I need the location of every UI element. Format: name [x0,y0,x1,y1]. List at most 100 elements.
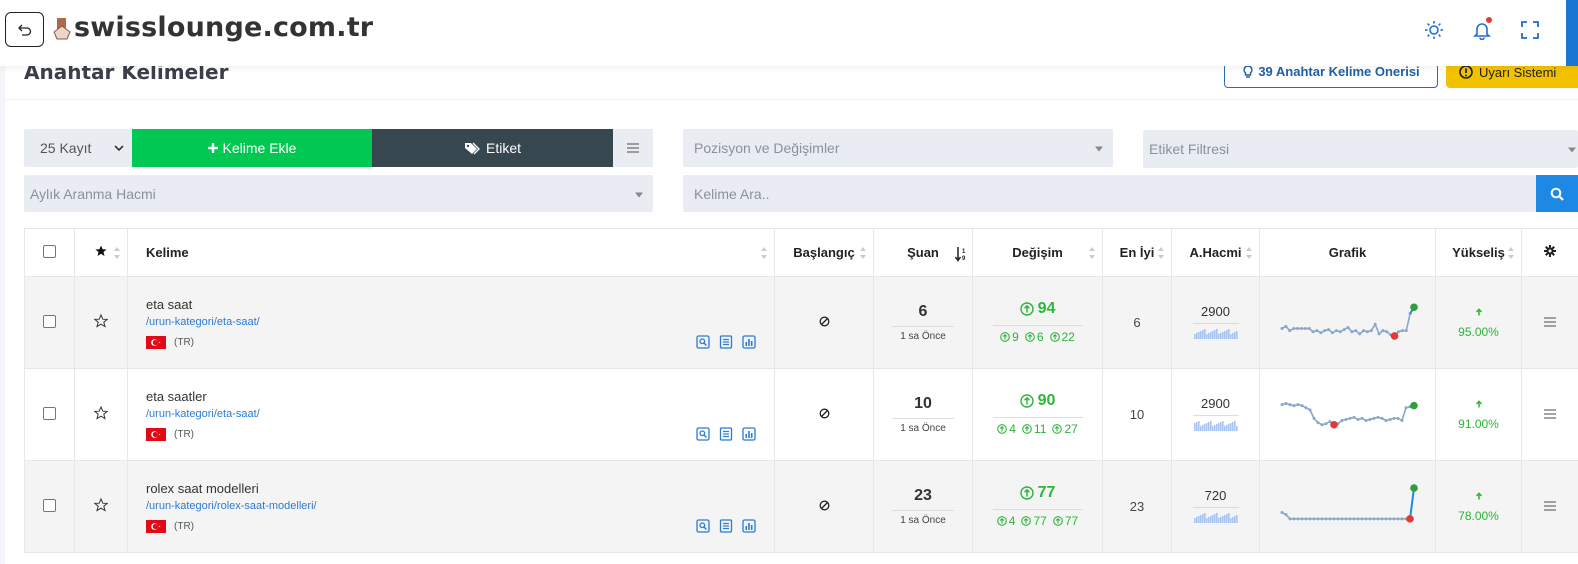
position-filter-select[interactable]: Pozisyon ve Değişimler [683,129,1113,167]
notification-dot [1486,17,1492,23]
back-button[interactable] [5,12,44,47]
graph-cell[interactable] [1259,276,1436,369]
volume-bar [1221,331,1224,339]
search-volume: 2900 [1201,395,1230,411]
settings-column-header[interactable] [1521,228,1578,277]
bar-chart-page-icon[interactable] [742,519,756,533]
volume-bar [1223,330,1226,339]
sparkline-point [1338,330,1342,334]
row-menu-icon[interactable] [1544,409,1556,419]
favorite-header[interactable] [74,228,128,277]
record-count-select[interactable]: 25 Kayıt [24,129,132,167]
bar-chart-page-icon[interactable] [742,427,756,441]
divider [892,510,954,511]
current-position-cell: 23 1 sa Önce [873,460,973,553]
change-total-value: 90 [1037,392,1056,409]
search-page-icon[interactable] [696,427,710,441]
start-column-header[interactable]: Başlangıç [774,228,874,277]
best-column-header[interactable]: En İyi [1102,228,1172,277]
graph-cell[interactable] [1259,368,1436,461]
notifications-button[interactable] [1471,17,1493,41]
keyword-url-link[interactable]: /urun-kategori/eta-saat/ [146,316,774,328]
row-checkbox[interactable] [43,406,56,420]
sparkline-point [1322,329,1326,333]
search-page-icon[interactable] [696,335,710,349]
change-period-2-value: 11 [1033,422,1047,436]
tag-filter-select[interactable]: Etiket Filtresi [1143,130,1578,168]
volume-bar [1193,422,1196,431]
rise-percent: 78.00% [1458,508,1499,523]
sparkline-point [1314,329,1318,333]
change-column-header[interactable]: Değişim [972,228,1103,277]
list-page-icon[interactable] [719,519,733,533]
sparkline-point [1384,419,1387,422]
bar-chart-page-icon[interactable] [742,335,756,349]
sparkline-point [1352,415,1355,419]
list-page-icon[interactable] [719,335,733,349]
keyword-search-input[interactable]: Kelime Ara.. [683,175,1536,212]
search-placeholder: Kelime Ara.. [694,185,770,202]
volume-bar [1193,333,1196,339]
tag-button[interactable]: Etiket [372,129,613,167]
sort-icon [1508,246,1514,259]
sparkline-point [1312,416,1315,420]
list-page-icon[interactable] [719,427,733,441]
keyword-url-link[interactable]: /urun-kategori/rolex-saat-modelleri/ [146,500,774,512]
ranking-sparkline[interactable] [1278,483,1418,527]
alert-label: Uyarı Sistemi [1479,64,1557,80]
last-check-time: 1 sa Önce [900,515,946,526]
change-periods: 4 77 77 [996,514,1078,528]
ranking-sparkline[interactable] [1278,299,1418,343]
sparkline-point [1348,517,1351,521]
volume-bar [1217,422,1220,431]
rise-column-header[interactable]: Yükseliş [1435,228,1522,277]
volume-bar [1201,513,1204,523]
sparkline-point [1340,517,1343,521]
sparkline-point [1404,406,1407,410]
arrow-up-circle-icon [997,424,1008,434]
search-button[interactable] [1536,175,1578,212]
keyword-column-header[interactable]: Kelime [127,228,775,277]
select-all-checkbox[interactable] [43,244,56,258]
sparkline-point [1326,328,1330,332]
add-keyword-button[interactable]: Kelime Ekle [132,129,372,167]
sparkline-point [1369,329,1373,333]
volume-bar [1199,330,1202,339]
fullscreen-button[interactable] [1519,19,1541,41]
volume-column-header[interactable]: A.Hacmi [1171,228,1260,277]
volume-bar [1225,329,1228,339]
start-column-label: Başlangıç [793,245,855,260]
select-all-header [24,228,75,277]
options-menu-button[interactable] [613,129,653,167]
graph-cell[interactable] [1259,460,1436,553]
change-cell: 94 9 6 22 [972,276,1103,369]
ranking-sparkline[interactable] [1278,391,1418,435]
change-period-3: 22 [1049,330,1075,344]
star-outline-icon[interactable] [93,405,109,420]
sparkline-point [1361,329,1365,333]
star-outline-icon[interactable] [93,497,109,512]
search-page-icon[interactable] [696,519,710,533]
keyword-geo: (TR) [146,427,774,441]
row-menu-icon[interactable] [1544,501,1556,511]
sparkline-point [1352,517,1355,521]
row-checkbox[interactable] [43,314,56,328]
sparkline-point [1340,419,1343,422]
row-checkbox[interactable] [43,498,56,512]
sparkline-point [1334,329,1338,333]
sparkline-point [1344,417,1347,421]
row-menu-icon[interactable] [1544,317,1556,327]
sparkline-point [1404,329,1408,333]
rise-cell: 78.00% [1435,460,1522,553]
change-total-value: 77 [1037,484,1056,501]
volume-filter-select[interactable]: Aylık Aranma Hacmi [24,175,653,212]
sparkline-point [1356,417,1359,421]
keyword-url-link[interactable]: /urun-kategori/eta-saat/ [146,408,774,420]
star-outline-icon[interactable] [93,313,109,328]
current-position: 10 [914,395,932,412]
current-column-header[interactable]: Şuan 19 [873,228,973,277]
sparkline-point [1372,517,1375,521]
theme-toggle-button[interactable] [1423,19,1445,41]
sparkline-point [1316,517,1319,521]
search-volume: 2900 [1201,303,1230,319]
